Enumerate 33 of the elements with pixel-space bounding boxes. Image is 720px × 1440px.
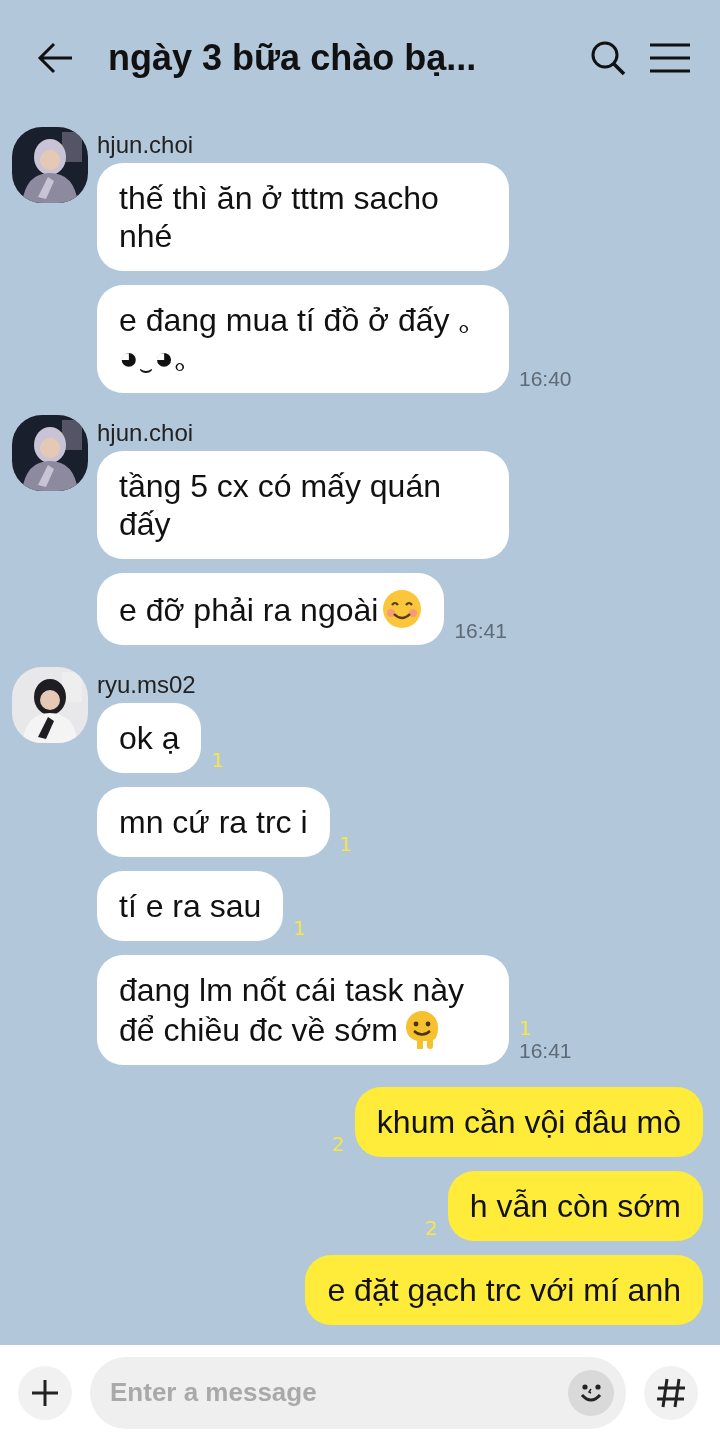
unread-count: 1 bbox=[211, 749, 225, 771]
message-bubble: tầng 5 cx có mấy quán đấy bbox=[97, 451, 509, 559]
message-time: 16:41 bbox=[454, 619, 507, 643]
unread-count: 1 bbox=[519, 1017, 532, 1039]
chat-title: ngày 3 bữa chào bạ... bbox=[108, 35, 478, 80]
sender-name: ryu.ms02 bbox=[97, 673, 197, 697]
search-icon bbox=[590, 39, 626, 76]
message-bubble: e đỡ phải ra ngoài bbox=[97, 573, 445, 645]
message-bubble: đang lm nốt cái task này để chiều đc về sớm bbox=[97, 955, 509, 1065]
message-bubble: khum cần vội đâu mò bbox=[354, 1087, 703, 1157]
message-bubble: tí e ra sau bbox=[97, 871, 284, 941]
sender-name: hjun.choi bbox=[97, 421, 195, 445]
message-bubble: ok ạ bbox=[97, 703, 202, 773]
menu-button[interactable] bbox=[650, 42, 690, 73]
message-bubble: h vẫn còn sớm bbox=[447, 1171, 703, 1241]
unread-count: 1 bbox=[339, 833, 353, 855]
smiling-face-icon bbox=[382, 589, 423, 629]
menu-icon bbox=[650, 42, 690, 73]
message-bubble: mn cứ ra trc i bbox=[97, 787, 330, 857]
plus-icon bbox=[31, 1378, 59, 1407]
arrow-left-icon bbox=[37, 42, 74, 73]
message-time: 16:40 bbox=[519, 367, 572, 391]
message-input[interactable]: Enter a message bbox=[90, 1356, 626, 1429]
search-button[interactable] bbox=[590, 39, 626, 76]
message-bubble: thế thì ăn ở tttm sacho nhé bbox=[97, 163, 509, 271]
message-bubble: e đặt gạch trc với mí anh bbox=[305, 1255, 703, 1325]
message-bubble: e đang mua tí đồ ở đấy ｡◕‿◕｡ bbox=[97, 285, 509, 393]
hash-icon bbox=[656, 1376, 686, 1409]
unread-count: 1 bbox=[293, 917, 307, 939]
message-time: 16:41 bbox=[519, 1039, 572, 1063]
sender-name: hjun.choi bbox=[97, 133, 195, 157]
unread-count: 2 bbox=[332, 1133, 345, 1155]
unread-count: 2 bbox=[424, 1217, 438, 1239]
